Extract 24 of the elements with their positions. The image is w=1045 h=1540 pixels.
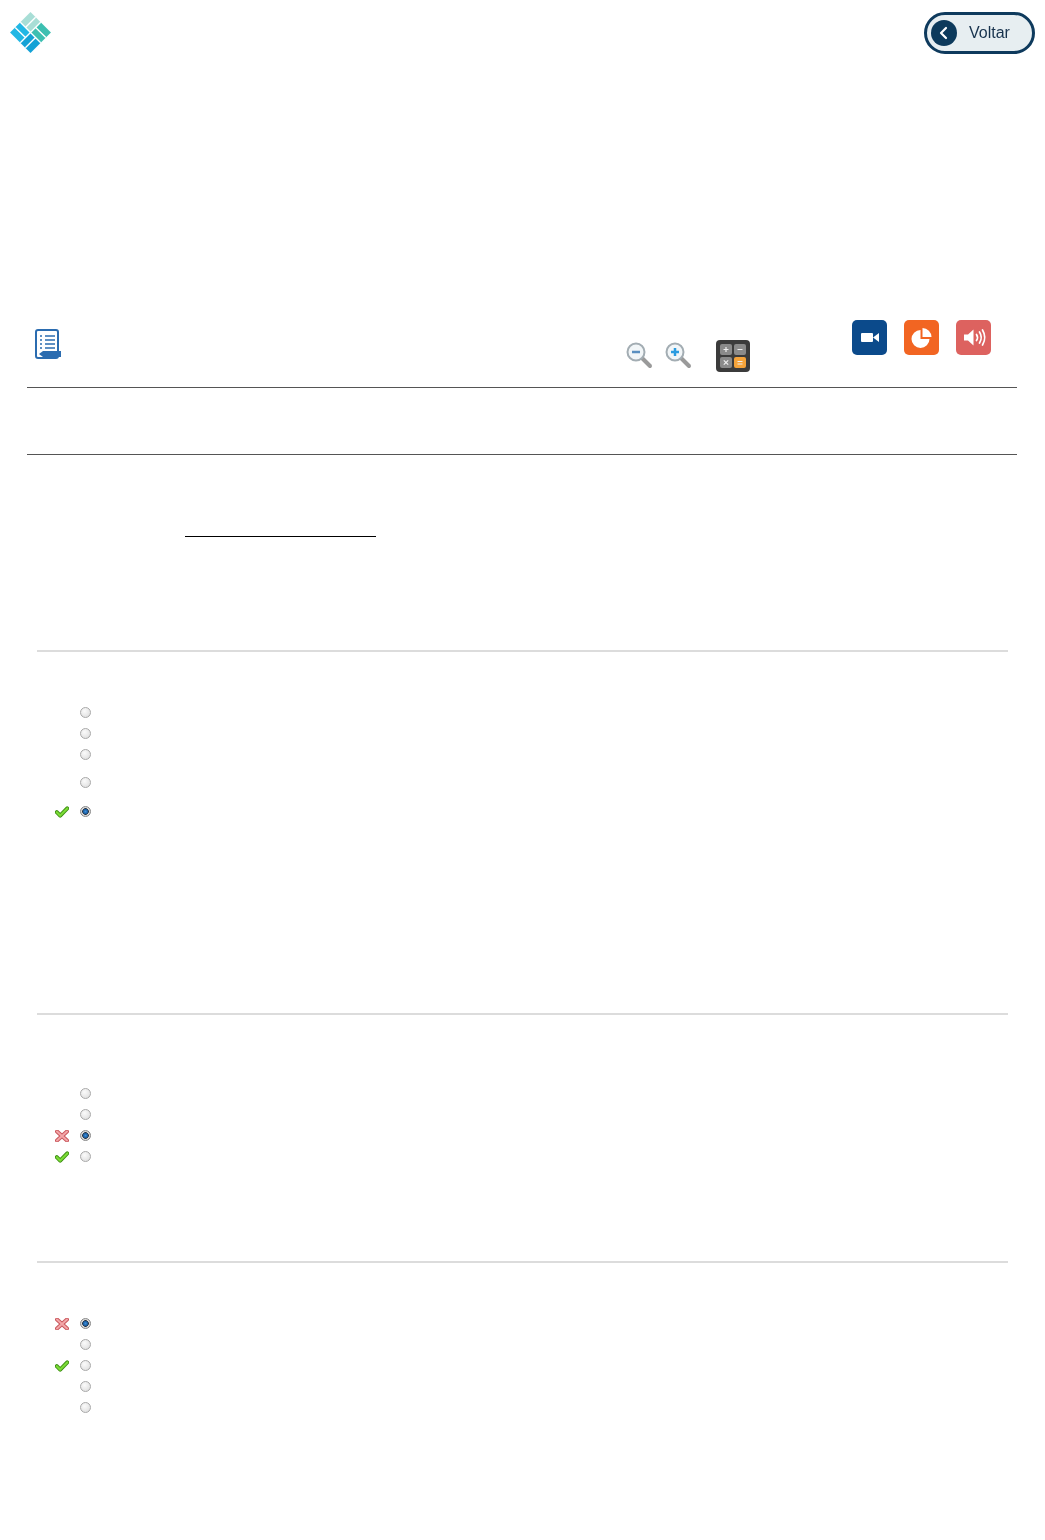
radio-button[interactable] [80, 1339, 91, 1350]
pie-chart-icon[interactable] [904, 320, 939, 355]
zoom-in-icon[interactable] [664, 341, 692, 369]
radio-button[interactable] [80, 1151, 91, 1162]
video-camera-icon[interactable] [852, 320, 887, 355]
radio-button[interactable] [80, 1109, 91, 1120]
logo-icon [10, 12, 51, 53]
radio-button[interactable] [80, 1130, 91, 1141]
radio-button[interactable] [80, 1360, 91, 1371]
radio-button[interactable] [80, 1381, 91, 1392]
radio-button[interactable] [80, 1088, 91, 1099]
speaker-icon[interactable] [956, 320, 991, 355]
radio-button[interactable] [80, 1402, 91, 1413]
chevron-left-icon [931, 20, 957, 46]
back-button[interactable]: Voltar [924, 12, 1035, 54]
radio-button[interactable] [80, 707, 91, 718]
radio-button[interactable] [80, 1318, 91, 1329]
radio-button[interactable] [80, 728, 91, 739]
radio-button[interactable] [80, 806, 91, 817]
calculator-icon[interactable] [716, 340, 750, 372]
zoom-out-icon[interactable] [625, 341, 653, 369]
list-icon[interactable] [35, 329, 62, 360]
radio-button[interactable] [80, 777, 91, 788]
radio-button[interactable] [80, 749, 91, 760]
